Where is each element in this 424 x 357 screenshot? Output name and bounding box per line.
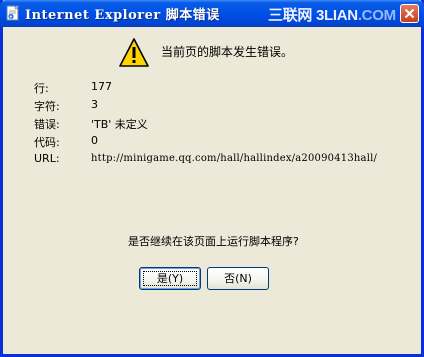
url-label: URL: [34,152,60,165]
continue-question: 是否继续在该页面上运行脚本程序? [128,235,299,248]
title-bar[interactable]: e Internet Explorer 脚本错误 三联网 3LIAN.COM [0,0,424,27]
error-message: 当前页的脚本发生错误。 [161,45,294,59]
close-button[interactable] [400,4,419,23]
no-button-label: 否(N) [224,271,252,285]
no-button[interactable]: 否(N) [207,267,269,290]
script-error-dialog: e Internet Explorer 脚本错误 三联网 3LIAN.COM 当… [0,0,424,357]
char-label: 字符: [34,100,60,113]
watermark-suffix: .COM [357,7,396,24]
error-label: 错误: [34,118,60,131]
warning-icon [118,37,150,69]
code-label: 代码: [34,136,60,149]
char-value: 3 [91,98,98,111]
ie-page-icon: e [5,5,21,21]
yes-button-label: 是(Y) [156,271,184,285]
line-label: 行: [34,82,49,95]
yes-button[interactable]: 是(Y) [139,267,201,290]
code-value: 0 [91,134,98,147]
url-value: http://minigame.qq.com/hall/hallindex/a2… [91,153,378,164]
window-title: Internet Explorer 脚本错误 [25,8,220,23]
svg-text:e: e [10,14,13,20]
error-value: 'TB' 未定义 [91,118,148,131]
line-value: 177 [91,80,112,93]
watermark-text: 三联网 3LIAN [268,7,358,24]
close-icon [404,8,415,19]
watermark: 三联网 3LIAN.COM [268,4,396,25]
